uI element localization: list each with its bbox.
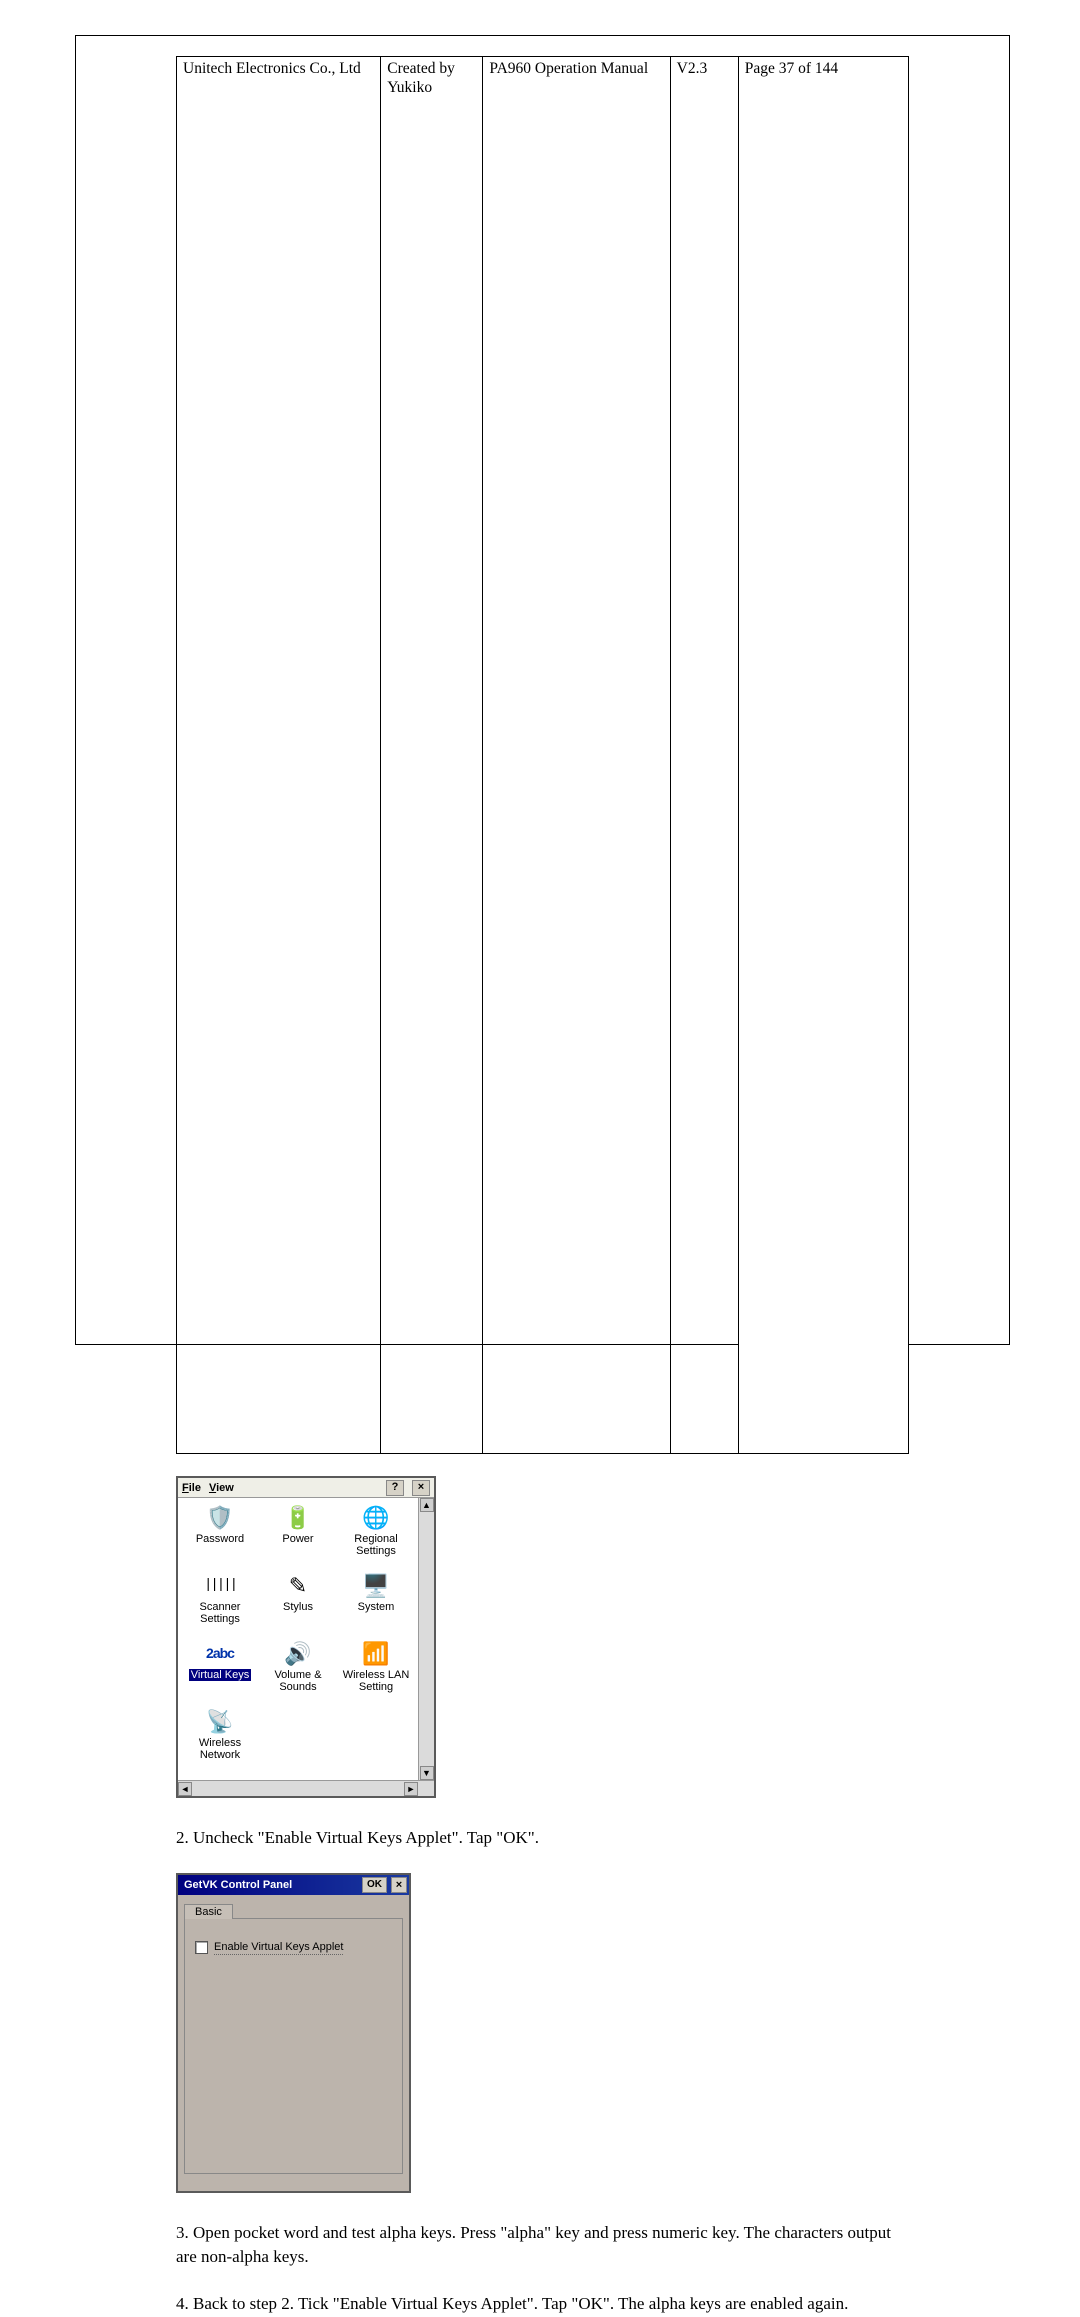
item-regional-settings[interactable]: 🌐 Regional Settings bbox=[338, 1504, 414, 1566]
system-icon: 🖥️ bbox=[360, 1572, 392, 1600]
virtual-keys-icon: 2abc bbox=[204, 1640, 236, 1668]
step2-text: 2. Uncheck "Enable Virtual Keys Applet".… bbox=[176, 1826, 909, 1851]
item-virtual-keys[interactable]: 2abc Virtual Keys bbox=[182, 1640, 258, 1702]
item-stylus[interactable]: ✎ Stylus bbox=[260, 1572, 336, 1634]
page-frame: Unitech Electronics Co., Ltd Created by … bbox=[75, 35, 1010, 1345]
stylus-icon: ✎ bbox=[282, 1572, 314, 1600]
item-label: Scanner Settings bbox=[182, 1601, 258, 1625]
password-icon: 🛡️ bbox=[204, 1504, 236, 1532]
item-label: Password bbox=[196, 1533, 244, 1545]
step4-paragraph: 4. Back to step 2. Tick "Enable Virtual … bbox=[176, 2292, 909, 2317]
item-volume-sounds[interactable]: 🔊 Volume & Sounds bbox=[260, 1640, 336, 1702]
item-wireless-lan[interactable]: 📶 Wireless LAN Setting bbox=[338, 1640, 414, 1702]
menu-file[interactable]: File bbox=[182, 1482, 201, 1494]
item-label: Virtual Keys bbox=[189, 1669, 252, 1681]
control-panel-window: File View ? × 🛡️ Password 🔋 Power bbox=[176, 1476, 436, 1798]
item-scanner-settings[interactable]: ||||| Scanner Settings bbox=[182, 1572, 258, 1634]
item-label: Wireless Network bbox=[182, 1737, 258, 1761]
enable-virtual-keys-label: Enable Virtual Keys Applet bbox=[214, 1941, 343, 1955]
item-password[interactable]: 🛡️ Password bbox=[182, 1504, 258, 1566]
enable-virtual-keys-row[interactable]: Enable Virtual Keys Applet bbox=[195, 1941, 392, 1955]
tab-strip: Basic bbox=[184, 1903, 403, 1919]
tab-panel: Enable Virtual Keys Applet bbox=[184, 1919, 403, 2174]
scroll-left-icon[interactable]: ◄ bbox=[178, 1782, 192, 1796]
getvk-title: GetVK Control Panel bbox=[184, 1879, 358, 1891]
ok-button[interactable]: OK bbox=[362, 1877, 387, 1893]
getvk-window: GetVK Control Panel OK × Basic Enable Vi… bbox=[176, 1873, 411, 2193]
item-system[interactable]: 🖥️ System bbox=[338, 1572, 414, 1634]
steps-3-4-text: 3. Open pocket word and test alpha keys.… bbox=[176, 2221, 909, 2317]
document-page: Unitech Electronics Co., Ltd Created by … bbox=[0, 0, 1080, 1397]
menu-view[interactable]: View bbox=[209, 1482, 234, 1494]
step2-paragraph: 2. Uncheck "Enable Virtual Keys Applet".… bbox=[176, 1826, 909, 1851]
hdr-company: Unitech Electronics Co., Ltd bbox=[177, 57, 381, 1454]
close-button[interactable]: × bbox=[412, 1480, 430, 1496]
item-label: Wireless LAN Setting bbox=[338, 1669, 414, 1693]
item-label: System bbox=[358, 1601, 395, 1613]
hdr-created: Created by Yukiko bbox=[381, 57, 483, 1454]
header-table: Unitech Electronics Co., Ltd Created by … bbox=[176, 56, 909, 1454]
horizontal-scrollbar[interactable]: ◄ ► bbox=[178, 1780, 434, 1796]
scanner-settings-icon: ||||| bbox=[204, 1572, 236, 1600]
close-button[interactable]: × bbox=[391, 1877, 407, 1893]
control-panel-grid: 🛡️ Password 🔋 Power 🌐 Regional Settings … bbox=[178, 1498, 418, 1780]
tab-basic[interactable]: Basic bbox=[184, 1904, 233, 1919]
wireless-network-icon: 📡 bbox=[204, 1708, 236, 1736]
hdr-docname: PA960 Operation Manual bbox=[483, 57, 670, 1454]
hdr-page: Page 37 of 144 bbox=[738, 57, 908, 1454]
help-button[interactable]: ? bbox=[386, 1480, 404, 1496]
item-label: Power bbox=[282, 1533, 313, 1545]
scroll-down-icon[interactable]: ▼ bbox=[420, 1766, 434, 1780]
regional-settings-icon: 🌐 bbox=[360, 1504, 392, 1532]
item-label: Stylus bbox=[283, 1601, 313, 1613]
getvk-body: Basic Enable Virtual Keys Applet bbox=[178, 1895, 409, 2191]
item-power[interactable]: 🔋 Power bbox=[260, 1504, 336, 1566]
volume-sounds-icon: 🔊 bbox=[282, 1640, 314, 1668]
power-icon: 🔋 bbox=[282, 1504, 314, 1532]
getvk-titlebar: GetVK Control Panel OK × bbox=[178, 1875, 409, 1895]
step3-paragraph: 3. Open pocket word and test alpha keys.… bbox=[176, 2221, 909, 2270]
wireless-lan-icon: 📶 bbox=[360, 1640, 392, 1668]
item-wireless-network[interactable]: 📡 Wireless Network bbox=[182, 1708, 258, 1770]
scroll-up-icon[interactable]: ▲ bbox=[420, 1498, 434, 1512]
hdr-version: V2.3 bbox=[670, 57, 738, 1454]
scroll-right-icon[interactable]: ► bbox=[404, 1782, 418, 1796]
control-panel-menubar: File View ? × bbox=[178, 1478, 434, 1498]
enable-virtual-keys-checkbox[interactable] bbox=[195, 1941, 208, 1954]
item-label: Volume & Sounds bbox=[260, 1669, 336, 1693]
item-label: Regional Settings bbox=[338, 1533, 414, 1557]
vertical-scrollbar[interactable]: ▲ ▼ bbox=[418, 1498, 434, 1780]
